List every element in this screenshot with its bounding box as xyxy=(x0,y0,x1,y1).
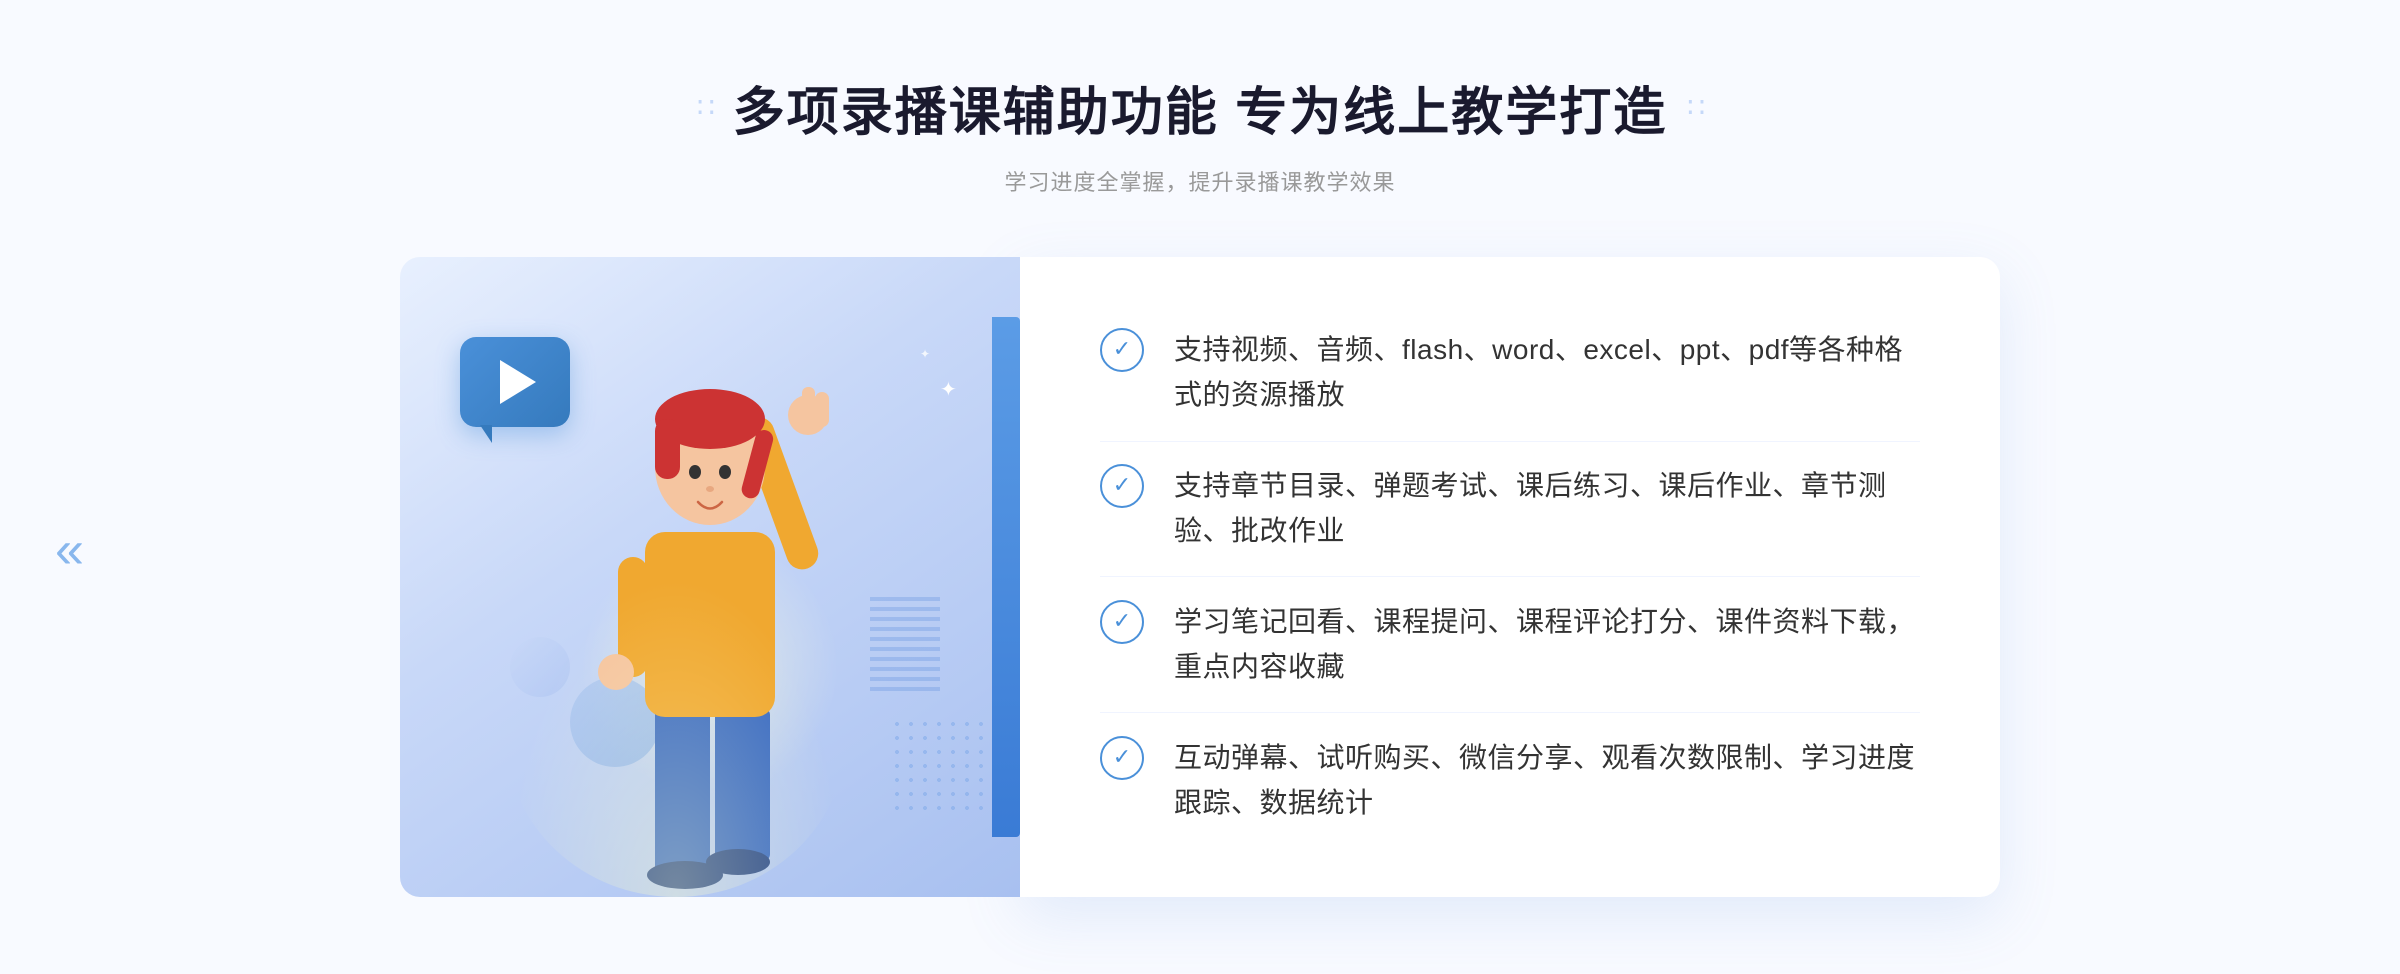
play-triangle-icon xyxy=(500,360,536,404)
main-content: ✓ 支持视频、音频、flash、word、excel、ppt、pdf等各种格式的… xyxy=(400,257,2000,897)
illustration-panel xyxy=(400,257,1020,897)
spotlight-effect xyxy=(506,577,846,897)
check-icon-4: ✓ xyxy=(1113,746,1131,768)
check-icon-3: ✓ xyxy=(1113,610,1131,632)
page-container: « ∷ 多项录播课辅助功能 专为线上教学打造 ∷ 学习进度全掌握，提升录播课教学… xyxy=(0,0,2400,974)
check-circle-2: ✓ xyxy=(1100,464,1144,508)
feature-text-1: 支持视频、音频、flash、word、excel、ppt、pdf等各种格式的资源… xyxy=(1174,328,1920,418)
separator-3 xyxy=(1100,712,1920,713)
blue-vertical-bar xyxy=(992,317,1020,837)
check-circle-1: ✓ xyxy=(1100,328,1144,372)
features-panel: ✓ 支持视频、音频、flash、word、excel、ppt、pdf等各种格式的… xyxy=(1020,257,2000,897)
check-circle-3: ✓ xyxy=(1100,600,1144,644)
check-icon-1: ✓ xyxy=(1113,338,1131,360)
check-circle-4: ✓ xyxy=(1100,736,1144,780)
check-icon-2: ✓ xyxy=(1113,474,1131,496)
left-chevron-decoration: « xyxy=(55,520,84,580)
dots-pattern-inside xyxy=(890,717,990,817)
separator-1 xyxy=(1100,441,1920,442)
title-decorator-right: ∷ xyxy=(1687,91,1703,124)
feature-item-1: ✓ 支持视频、音频、flash、word、excel、ppt、pdf等各种格式的… xyxy=(1100,308,1920,438)
feature-item-2: ✓ 支持章节目录、弹题考试、课后练习、课后作业、章节测验、批改作业 xyxy=(1100,444,1920,574)
feature-text-4: 互动弹幕、试听购买、微信分享、观看次数限制、学习进度跟踪、数据统计 xyxy=(1174,736,1920,826)
stripe-decoration xyxy=(870,597,940,697)
title-row: ∷ 多项录播课辅助功能 专为线上教学打造 ∷ xyxy=(697,70,1703,145)
header-section: ∷ 多项录播课辅助功能 专为线上教学打造 ∷ 学习进度全掌握，提升录播课教学效果 xyxy=(697,70,1703,197)
feature-text-2: 支持章节目录、弹题考试、课后练习、课后作业、章节测验、批改作业 xyxy=(1174,464,1920,554)
separator-2 xyxy=(1100,576,1920,577)
feature-item-3: ✓ 学习笔记回看、课程提问、课程评论打分、课件资料下载，重点内容收藏 xyxy=(1100,580,1920,710)
feature-item-4: ✓ 互动弹幕、试听购买、微信分享、观看次数限制、学习进度跟踪、数据统计 xyxy=(1100,716,1920,846)
main-title: 多项录播课辅助功能 专为线上教学打造 xyxy=(733,70,1667,145)
subtitle: 学习进度全掌握，提升录播课教学效果 xyxy=(697,165,1703,197)
feature-text-3: 学习笔记回看、课程提问、课程评论打分、课件资料下载，重点内容收藏 xyxy=(1174,600,1920,690)
title-decorator-left: ∷ xyxy=(697,91,713,124)
